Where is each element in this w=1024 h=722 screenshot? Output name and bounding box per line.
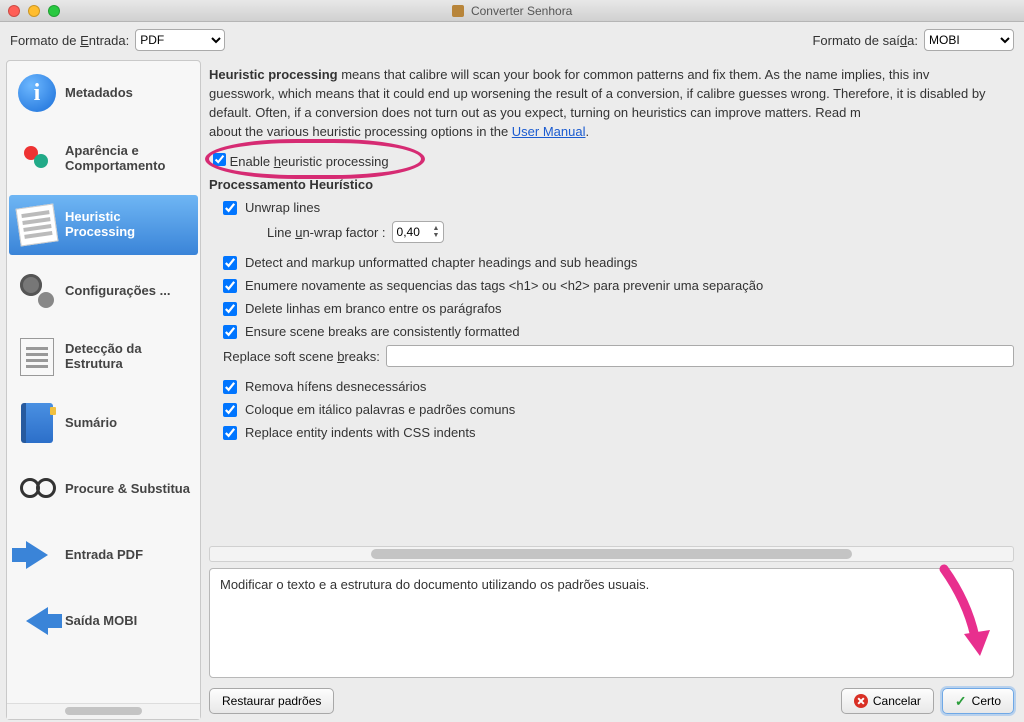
unwrap-lines-label: Unwrap lines — [245, 200, 320, 215]
output-format-select[interactable]: MOBI — [924, 29, 1014, 51]
arrow-right-icon — [26, 541, 48, 569]
structure-icon — [20, 338, 54, 376]
scene-breaks-checkbox[interactable] — [223, 325, 237, 339]
sidebar-item-label: Entrada PDF — [65, 548, 143, 563]
sidebar-item-search-replace[interactable]: Procure & Substitua — [9, 459, 198, 519]
window-title-text: Converter Senhora — [471, 4, 572, 18]
check-icon: ✓ — [955, 693, 967, 710]
spinner-arrows-icon[interactable]: ▲▼ — [433, 225, 440, 239]
content-panel: Heuristic processing means that calibre … — [203, 58, 1024, 722]
binoculars-icon — [18, 470, 56, 508]
unwrap-factor-row: Line un-wrap factor : ▲▼ — [223, 219, 1014, 251]
sidebar-item-structure[interactable]: Detecção da Estrutura — [9, 327, 198, 387]
detect-headings-label: Detect and markup unformatted chapter he… — [245, 255, 637, 270]
sidebar-item-metadata[interactable]: i Metadados — [9, 63, 198, 123]
titlebar: Converter Senhora — [0, 0, 1024, 22]
italicize-label: Coloque em itálico palavras e padrões co… — [245, 402, 515, 417]
unwrap-factor-spinner[interactable]: ▲▼ — [392, 221, 445, 243]
remove-hyphen-checkbox[interactable] — [223, 380, 237, 394]
look-feel-icon — [18, 140, 56, 178]
button-row: Restaurar padrões Cancelar ✓ Certo — [209, 688, 1014, 714]
input-format-select[interactable]: PDF — [135, 29, 225, 51]
content-scrollbar[interactable] — [209, 546, 1014, 562]
heuristic-icon — [16, 204, 59, 247]
input-format-label: Formato de Entrada: — [10, 33, 129, 48]
css-indent-checkbox[interactable] — [223, 426, 237, 440]
sidebar-item-label: Metadados — [65, 86, 133, 101]
sidebar-scrollbar[interactable] — [7, 703, 200, 719]
replace-scene-breaks-label: Replace soft scene breaks: — [223, 349, 380, 364]
sidebar-item-toc[interactable]: Sumário — [9, 393, 198, 453]
restore-defaults-button[interactable]: Restaurar padrões — [209, 688, 334, 714]
toc-icon — [21, 403, 53, 443]
delete-blank-label: Delete linhas em branco entre os parágra… — [245, 301, 502, 316]
sidebar-item-label: Configurações ... — [65, 284, 170, 299]
sidebar-item-label: Sumário — [65, 416, 117, 431]
sidebar-item-output-mobi[interactable]: Saída MOBI — [9, 591, 198, 651]
ok-button[interactable]: ✓ Certo — [942, 688, 1014, 714]
remove-hyphen-label: Remova hífens desnecessários — [245, 379, 426, 394]
sidebar-item-look-feel[interactable]: Aparência e Comportamento — [9, 129, 198, 189]
italicize-checkbox[interactable] — [223, 403, 237, 417]
enable-heuristic-label: Enable heuristic processing — [230, 154, 389, 169]
gear-icon — [18, 272, 56, 310]
heuristic-group-title: Processamento Heurístico — [209, 177, 1014, 192]
replace-scene-breaks-input[interactable] — [386, 345, 1014, 367]
scene-breaks-label: Ensure scene breaks are consistently for… — [245, 324, 520, 339]
intro-text: Heuristic processing means that calibre … — [209, 66, 1014, 141]
sidebar-item-label: Heuristic Processing — [65, 210, 192, 240]
detect-headings-checkbox[interactable] — [223, 256, 237, 270]
sidebar-item-label: Saída MOBI — [65, 614, 137, 629]
window-title: Converter Senhora — [0, 4, 1024, 18]
app-icon — [452, 5, 464, 17]
enable-heuristic-row: Enable heuristic processing — [209, 149, 1014, 175]
cancel-button[interactable]: Cancelar — [841, 688, 934, 714]
sidebar-item-input-pdf[interactable]: Entrada PDF — [9, 525, 198, 585]
cancel-icon — [854, 694, 868, 708]
sidebar-item-label: Procure & Substitua — [65, 482, 190, 497]
sidebar-item-page-setup[interactable]: Configurações ... — [9, 261, 198, 321]
unwrap-factor-label: Line un-wrap factor : — [267, 225, 386, 240]
unwrap-lines-checkbox[interactable] — [223, 201, 237, 215]
sidebar-item-label: Detecção da Estrutura — [65, 342, 192, 372]
format-bar: Formato de Entrada: PDF Formato de saída… — [0, 22, 1024, 58]
description-text: Modificar o texto e a estrutura do docum… — [220, 577, 649, 592]
sidebar-item-heuristic[interactable]: Heuristic Processing — [9, 195, 198, 255]
renumber-headings-label: Enumere novamente as sequencias das tags… — [245, 278, 763, 293]
output-format-label: Formato de saída: — [812, 33, 918, 48]
user-manual-link[interactable]: User Manual — [512, 124, 586, 139]
css-indent-label: Replace entity indents with CSS indents — [245, 425, 476, 440]
description-box: Modificar o texto e a estrutura do docum… — [209, 568, 1014, 678]
sidebar: i Metadados Aparência e Comportamento He… — [6, 60, 201, 720]
enable-heuristic-checkbox[interactable] — [213, 153, 226, 166]
unwrap-factor-input[interactable] — [397, 225, 431, 239]
arrow-left-icon — [26, 607, 48, 635]
replace-scene-breaks-row: Replace soft scene breaks: — [223, 343, 1014, 375]
renumber-headings-checkbox[interactable] — [223, 279, 237, 293]
heuristic-group: Unwrap lines Line un-wrap factor : ▲▼ De… — [209, 196, 1014, 444]
info-icon: i — [18, 74, 56, 112]
sidebar-item-label: Aparência e Comportamento — [65, 144, 192, 174]
delete-blank-checkbox[interactable] — [223, 302, 237, 316]
